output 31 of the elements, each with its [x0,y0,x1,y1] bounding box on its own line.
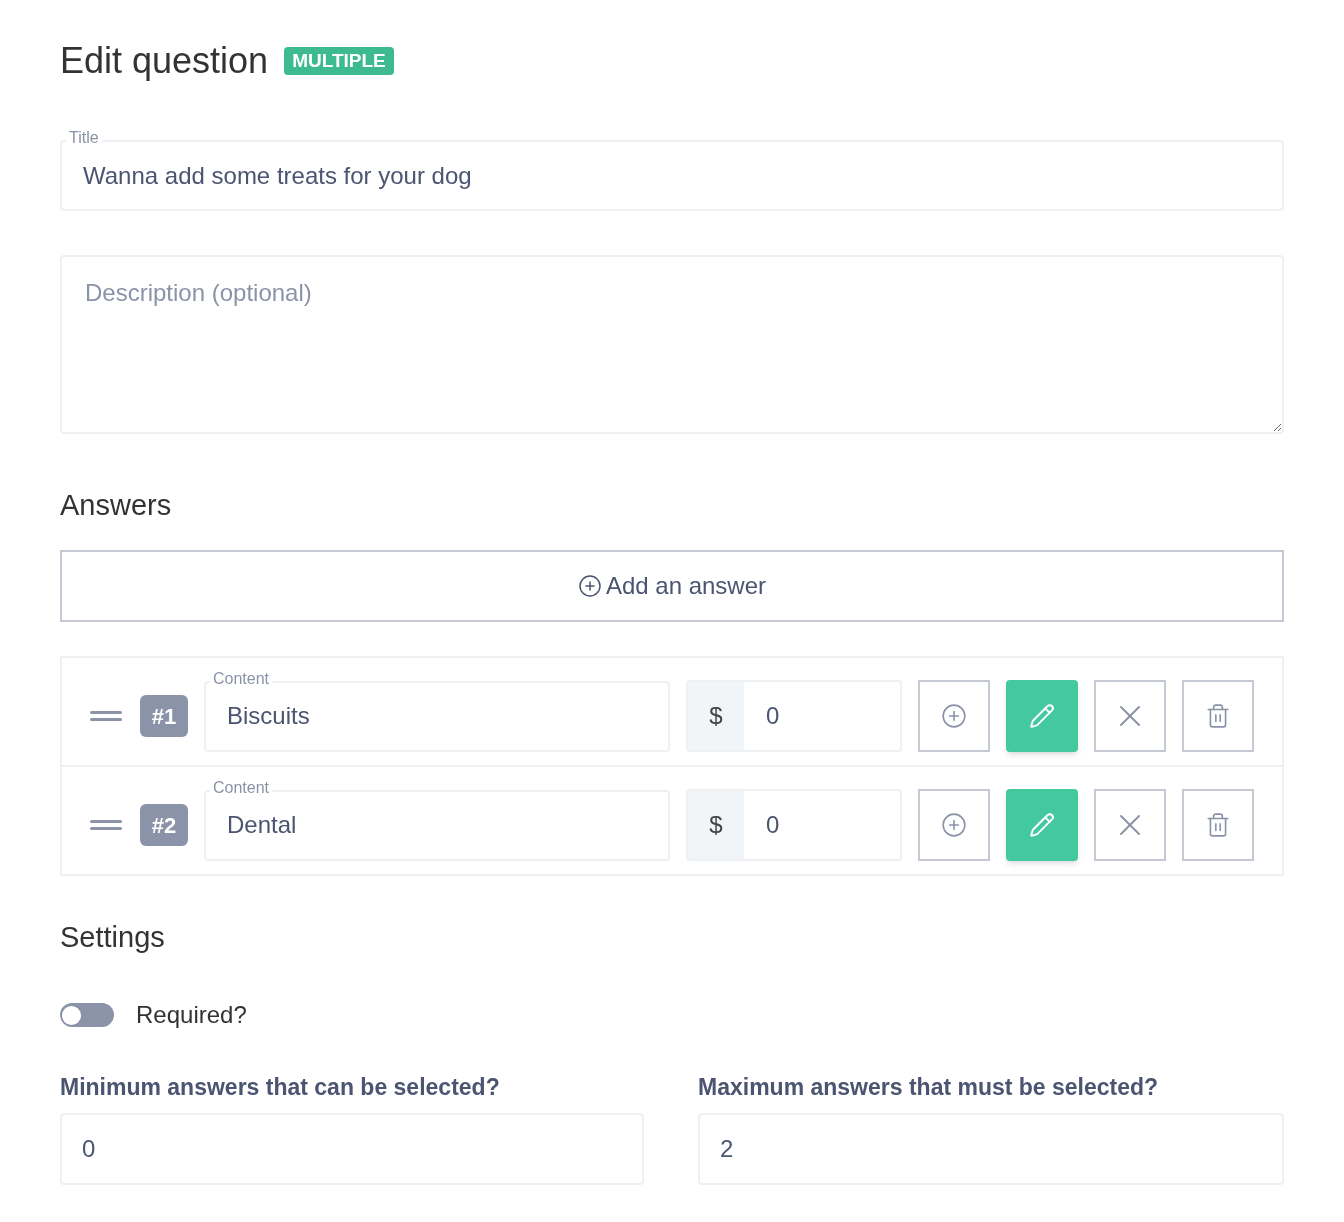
answers-heading: Answers [60,488,173,523]
add-icon [941,703,967,729]
add-icon [577,573,602,598]
number-field[interactable]: 2 [698,1113,1284,1185]
add-icon [941,812,967,838]
drag-handle-icon[interactable] [90,710,122,722]
add-answer-button[interactable]: Add an answer [60,549,1284,622]
delete-button[interactable] [1182,680,1254,752]
type-badge: MULTIPLE [284,47,394,75]
answer-number: #2 [140,804,188,846]
add-button[interactable] [918,789,990,861]
delete-button[interactable] [1182,789,1254,861]
pencil-icon [1029,703,1055,729]
required-label: Required? [136,1000,247,1030]
trash-icon [1205,703,1231,729]
close-button[interactable] [1094,789,1166,861]
description-field[interactable]: Description (optional) [60,255,1284,434]
settings-heading: Settings [60,919,166,955]
add-button[interactable] [918,680,990,752]
trash-icon [1205,812,1231,838]
pencil-icon [1029,812,1055,838]
page-title: Edit question [60,39,269,83]
field-label: Minimum answers that can be selected? [60,1073,501,1101]
number-field[interactable]: 0 [60,1113,644,1185]
field-label: Maximum answers that must be selected? [698,1073,1160,1101]
drag-handle-icon[interactable] [90,819,122,831]
answer-number: #1 [140,695,188,737]
close-button[interactable] [1094,680,1166,752]
required-toggle[interactable] [60,1003,114,1027]
edit-button[interactable] [1006,789,1078,861]
edit-button[interactable] [1006,680,1078,752]
